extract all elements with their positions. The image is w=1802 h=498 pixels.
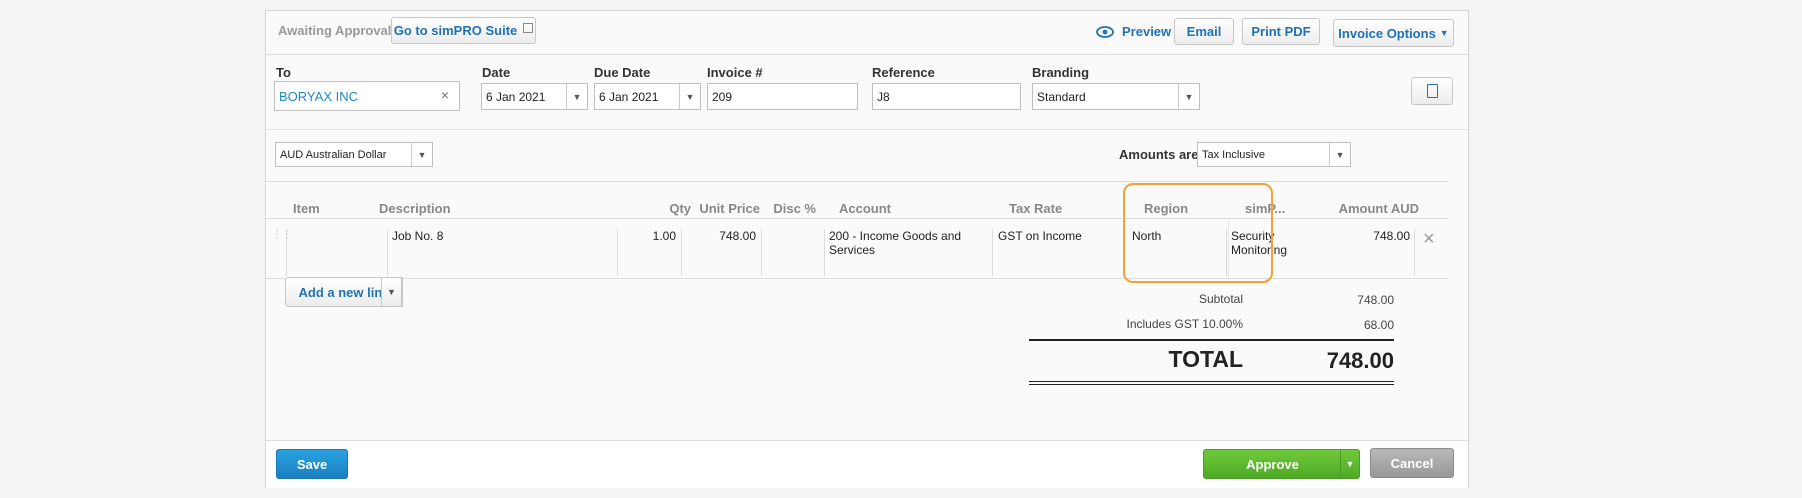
add-new-line-label: Add a new line <box>298 284 390 300</box>
preview-link[interactable]: Preview <box>1096 24 1171 39</box>
divider <box>681 229 682 276</box>
reference-label: Reference <box>872 65 935 80</box>
row-account-line1[interactable]: 200 - Income Goods and <box>829 229 961 243</box>
caret-down-icon: ▼ <box>1345 459 1355 469</box>
col-description: Description <box>379 201 451 216</box>
branding-select[interactable]: Standard ▼ <box>1032 83 1200 110</box>
divider <box>1029 384 1394 385</box>
divider <box>266 54 1468 55</box>
total-value: 748.00 <box>1326 348 1394 373</box>
gst-label: Includes GST 10.00% <box>1126 317 1243 331</box>
divider <box>286 229 287 276</box>
subtotal-value: 748.00 <box>1357 293 1394 307</box>
copy-button[interactable] <box>1411 77 1453 105</box>
print-pdf-button[interactable]: Print PDF <box>1242 18 1320 45</box>
approve-dropdown[interactable]: ▼ <box>1340 449 1360 479</box>
invoice-number-label: Invoice # <box>707 65 763 80</box>
divider <box>1414 229 1415 276</box>
preview-label: Preview <box>1122 24 1172 39</box>
external-link-icon <box>523 22 534 33</box>
col-unit-price: Unit Price <box>699 201 760 216</box>
go-to-simpro-button[interactable]: Go to simPRO Suite <box>391 17 536 44</box>
invoice-options-button[interactable]: Invoice Options ▼ <box>1333 19 1454 47</box>
branding-label: Branding <box>1032 65 1090 80</box>
clear-icon[interactable]: × <box>441 87 449 103</box>
due-date-field[interactable]: 6 Jan 2021 ▼ <box>594 83 701 110</box>
reference-value: J8 <box>877 89 890 104</box>
to-value: BORYAX INC <box>279 88 358 104</box>
reference-field[interactable]: J8 <box>872 83 1021 110</box>
due-date-value: 6 Jan 2021 <box>599 89 659 104</box>
subtotal-label: Subtotal <box>1198 292 1243 306</box>
amounts-select[interactable]: Tax Inclusive ▼ <box>1197 142 1351 167</box>
divider <box>1228 219 1229 277</box>
divider <box>992 229 993 276</box>
col-amount: Amount AUD <box>1338 201 1419 216</box>
date-label: Date <box>482 65 511 80</box>
divider <box>266 129 1468 130</box>
go-to-simpro-label: Go to simPRO Suite <box>393 23 518 38</box>
branding-value: Standard <box>1037 89 1086 104</box>
invoice-number-field[interactable]: 209 <box>707 83 858 110</box>
to-label: To <box>276 65 291 80</box>
divider <box>1029 381 1394 382</box>
divider <box>761 229 762 276</box>
gst-value: 68.00 <box>1363 318 1394 332</box>
row-account-line2: Services <box>829 243 876 257</box>
divider <box>387 229 388 276</box>
invoice-panel: Awaiting Approval Go to simPRO Suite Pre… <box>265 10 1469 488</box>
chevron-down-icon[interactable]: ▼ <box>411 143 432 166</box>
chevron-down-icon[interactable]: ▼ <box>1178 84 1199 109</box>
invoice-number-value: 209 <box>712 89 733 104</box>
caret-down-icon: ▼ <box>1439 28 1449 38</box>
drag-handle-icon[interactable]: ⋮⋮ <box>272 230 292 240</box>
row-unit-price[interactable]: 748.00 <box>686 229 756 243</box>
row-amount: 748.00 <box>1373 229 1410 243</box>
col-tax-rate: Tax Rate <box>1009 201 1063 216</box>
row-description[interactable]: Job No. 8 <box>392 229 443 243</box>
chevron-down-icon[interactable]: ▼ <box>679 84 700 109</box>
save-button[interactable]: Save <box>276 449 348 479</box>
approve-label: Approve <box>1246 456 1299 472</box>
row-tax-rate[interactable]: GST on Income <box>998 229 1082 243</box>
region-simpro-highlight <box>1123 183 1273 283</box>
date-value: 6 Jan 2021 <box>486 89 546 104</box>
eye-icon <box>1096 25 1114 38</box>
status-text: Awaiting Approval <box>278 23 392 38</box>
row-qty[interactable]: 1.00 <box>621 229 676 243</box>
divider <box>824 229 825 276</box>
chevron-down-icon[interactable]: ▼ <box>566 84 587 109</box>
due-date-label: Due Date <box>594 65 651 80</box>
to-field[interactable]: BORYAX INC × <box>274 81 460 111</box>
approve-button[interactable]: Approve <box>1203 449 1342 479</box>
email-button[interactable]: Email <box>1174 18 1234 45</box>
col-disc: Disc % <box>773 201 816 216</box>
amounts-are-label: Amounts are <box>1119 147 1199 162</box>
total-label: TOTAL <box>1168 346 1243 372</box>
chevron-down-icon[interactable]: ▼ <box>1329 143 1350 166</box>
currency-value: AUD Australian Dollar <box>280 148 387 161</box>
currency-select[interactable]: AUD Australian Dollar ▼ <box>275 142 433 167</box>
col-item: Item <box>293 201 320 216</box>
divider <box>617 229 618 276</box>
amounts-value: Tax Inclusive <box>1202 148 1265 161</box>
document-icon <box>1426 84 1438 98</box>
caret-down-icon: ▼ <box>387 287 396 297</box>
date-field[interactable]: 6 Jan 2021 ▼ <box>481 83 588 110</box>
delete-row-icon[interactable]: × <box>1423 229 1435 249</box>
cancel-button[interactable]: Cancel <box>1370 448 1454 478</box>
col-account: Account <box>839 201 891 216</box>
invoice-options-label: Invoice Options <box>1338 25 1436 41</box>
add-line-dropdown[interactable]: ▼ <box>381 277 402 307</box>
divider <box>1029 339 1394 341</box>
